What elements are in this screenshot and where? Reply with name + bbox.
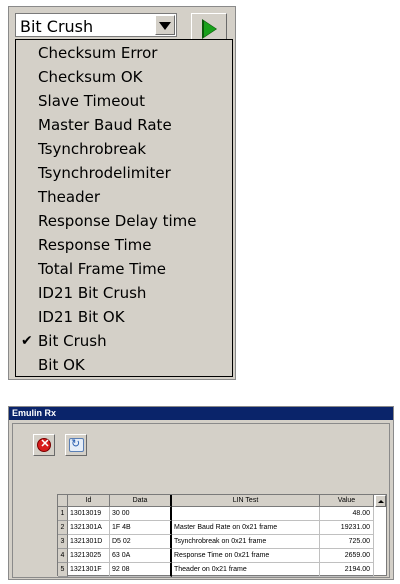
- combobox-value: Bit Crush: [20, 17, 94, 36]
- dropdown-item-label: ID21 Bit OK: [38, 308, 125, 326]
- dropdown-item-bit-crush[interactable]: ✔ Bit Crush: [16, 330, 232, 354]
- stop-button[interactable]: ✕: [33, 434, 55, 456]
- table-cell-lin-test[interactable]: Theader on 0x21 frame: [172, 563, 320, 577]
- dropdown-item-label: Response Time: [38, 236, 152, 254]
- table-cell-value[interactable]: 725.00: [320, 535, 374, 549]
- table-cell-id[interactable]: 13013019: [68, 507, 110, 521]
- row-number[interactable]: 1: [58, 507, 68, 521]
- stop-icon: ✕: [37, 438, 51, 452]
- column-header-value[interactable]: Value: [320, 495, 374, 507]
- results-table: Id Data LIN Test Value 1 13013019 30 00 …: [57, 494, 387, 577]
- column-header-lin-test[interactable]: LIN Test: [172, 495, 320, 507]
- refresh-glyph: ↻: [71, 438, 81, 450]
- dropdown-item-master-baud-rate[interactable]: Master Baud Rate: [16, 114, 232, 138]
- test-type-dropdown-list: Checksum Error Checksum OK Slave Timeout…: [15, 39, 233, 377]
- dropdown-item-label: Bit OK: [38, 356, 85, 374]
- test-selector-panel: Bit Crush Checksum Error Checksum OK Sla…: [8, 6, 236, 380]
- scroll-up-button[interactable]: [375, 495, 386, 507]
- table-cell-value[interactable]: 2194.00: [320, 563, 374, 577]
- dropdown-item-label: Tsynchrobreak: [38, 140, 147, 158]
- table-cell-id[interactable]: 1321301D: [68, 535, 110, 549]
- dropdown-item-label: Theader: [38, 188, 101, 206]
- chevron-up-icon: [378, 500, 384, 503]
- table-cell-id[interactable]: 1321301F: [68, 563, 110, 577]
- table-cell-data[interactable]: 63 0A: [110, 549, 172, 563]
- refresh-icon: ↻: [69, 438, 84, 452]
- table-cell-data[interactable]: D5 02: [110, 535, 172, 549]
- dropdown-item-label: Bit Crush: [38, 332, 107, 350]
- table-cell-lin-test[interactable]: Tsynchrobreak on 0x21 frame: [172, 535, 320, 549]
- test-type-combobox[interactable]: Bit Crush: [15, 13, 177, 37]
- row-number[interactable]: 3: [58, 535, 68, 549]
- window-title: Emulin Rx: [9, 407, 393, 420]
- window-content: ✕ ↻ Id Data LIN Test Value 1 13013019 30…: [12, 423, 390, 578]
- row-number[interactable]: 4: [58, 549, 68, 563]
- dropdown-item-total-frame-time[interactable]: Total Frame Time: [16, 258, 232, 282]
- table-cell-id[interactable]: 13213025: [68, 549, 110, 563]
- table-cell-value[interactable]: 48.00: [320, 507, 374, 521]
- dropdown-item-tsynchrodelimiter[interactable]: Tsynchrodelimiter: [16, 162, 232, 186]
- dropdown-item-label: Checksum OK: [38, 68, 143, 86]
- dropdown-item-id21-bit-ok[interactable]: ID21 Bit OK: [16, 306, 232, 330]
- dropdown-item-id21-bit-crush[interactable]: ID21 Bit Crush: [16, 282, 232, 306]
- table-cell-data[interactable]: 92 08: [110, 563, 172, 577]
- row-number[interactable]: 5: [58, 563, 68, 577]
- dropdown-item-response-delay-time[interactable]: Response Delay time: [16, 210, 232, 234]
- table-cell-value[interactable]: 2659.00: [320, 549, 374, 563]
- refresh-button[interactable]: ↻: [65, 434, 87, 456]
- close-icon: ✕: [40, 438, 50, 450]
- table-cell-lin-test[interactable]: Master Baud Rate on 0x21 frame: [172, 521, 320, 535]
- dropdown-item-label: Master Baud Rate: [38, 116, 172, 134]
- dropdown-item-response-time[interactable]: Response Time: [16, 234, 232, 258]
- column-header-data[interactable]: Data: [110, 495, 172, 507]
- dropdown-item-label: ID21 Bit Crush: [38, 284, 147, 302]
- table-cell-lin-test[interactable]: [172, 507, 320, 521]
- emulin-rx-window: Emulin Rx ✕ ↻ Id Data LIN Test Value 1 1…: [8, 406, 394, 580]
- dropdown-item-checksum-error[interactable]: Checksum Error: [16, 42, 232, 66]
- play-icon: [204, 21, 216, 37]
- dropdown-item-slave-timeout[interactable]: Slave Timeout: [16, 90, 232, 114]
- dropdown-item-tsynchrobreak[interactable]: Tsynchrobreak: [16, 138, 232, 162]
- table-cell-value[interactable]: 19231.00: [320, 521, 374, 535]
- row-number-header: [58, 495, 68, 507]
- dropdown-item-checksum-ok[interactable]: Checksum OK: [16, 66, 232, 90]
- chevron-down-icon: [159, 22, 171, 30]
- dropdown-item-label: Slave Timeout: [38, 92, 146, 110]
- column-header-id[interactable]: Id: [68, 495, 110, 507]
- table-cell-id[interactable]: 1321301A: [68, 521, 110, 535]
- dropdown-item-theader[interactable]: Theader: [16, 186, 232, 210]
- dropdown-item-bit-ok[interactable]: Bit OK: [16, 354, 232, 378]
- check-icon: ✔: [21, 333, 33, 349]
- row-number[interactable]: 2: [58, 521, 68, 535]
- table-cell-data[interactable]: 30 00: [110, 507, 172, 521]
- dropdown-item-label: Checksum Error: [38, 44, 158, 62]
- dropdown-item-label: Total Frame Time: [38, 260, 167, 278]
- table-cell-lin-test[interactable]: Response Time on 0x21 frame: [172, 549, 320, 563]
- table-cell-data[interactable]: 1F 4B: [110, 521, 172, 535]
- combobox-dropdown-button[interactable]: [155, 15, 175, 35]
- dropdown-item-label: Response Delay time: [38, 212, 197, 230]
- dropdown-item-label: Tsynchrodelimiter: [38, 164, 171, 182]
